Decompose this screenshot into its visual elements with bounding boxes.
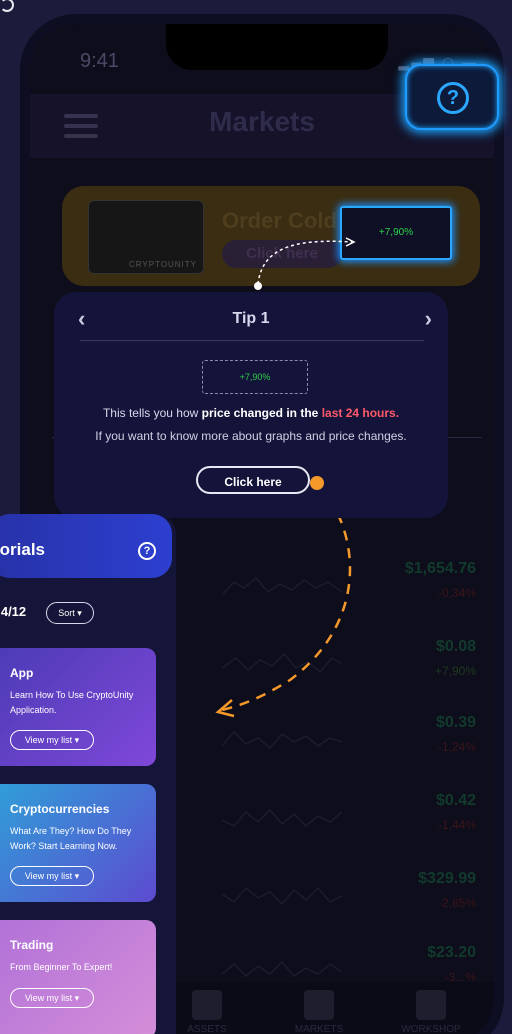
card-title: Trading: [10, 938, 54, 952]
sparkline-chart: [222, 886, 342, 906]
tip-title: Tip 1: [232, 310, 270, 327]
tutorial-card-cryptocurrencies[interactable]: Cryptocurrencies What Are They? How Do T…: [0, 784, 156, 902]
nav-workshop[interactable]: WORKSHOP: [386, 990, 476, 1034]
progress-count-value: 4/12: [0, 604, 27, 619]
tip-text-line-1: This tells you how price changed in the …: [54, 406, 448, 420]
status-time: 9:41: [80, 50, 119, 72]
coin-change: -1,24%: [437, 740, 476, 754]
market-row[interactable]: $0.08 +7,90% ›: [210, 632, 494, 702]
tutorials-header: torials ?: [0, 514, 172, 578]
card-title: Cryptocurrencies: [10, 802, 110, 816]
nav-workshop-label: WORKSHOP: [401, 1024, 461, 1034]
coin-change: -1,44%: [437, 818, 476, 832]
nav-markets-label: MARKETS: [294, 1024, 344, 1034]
highlighted-price-change: +7,90%: [340, 206, 452, 260]
view-my-list-button[interactable]: View my list ▾: [10, 988, 94, 1008]
card-brand: CRYPTOUNITY: [128, 260, 197, 269]
market-row[interactable]: $0.39 -1,24% ›: [210, 708, 494, 778]
question-icon[interactable]: ?: [138, 542, 156, 560]
view-my-list-button[interactable]: View my list ▾: [10, 730, 94, 750]
market-row[interactable]: $0.42 -1,44% ›: [210, 786, 494, 856]
coin-price: $0.08: [435, 638, 476, 655]
view-my-list-button[interactable]: View my list ▾: [10, 866, 94, 886]
coin-price: $23.20: [427, 944, 476, 961]
tip-popover: ‹ Tip 1 › +7,90% This tells you how pric…: [54, 292, 448, 518]
market-row[interactable]: $1,654.76 -0,34% ›: [210, 554, 494, 624]
nav-assets-label: ASSETS: [187, 1024, 227, 1034]
help-button[interactable]: ?: [405, 64, 499, 130]
tutorial-card-app[interactable]: App Learn How To Use CryptoUnity Applica…: [0, 648, 156, 766]
loading-icon: [0, 0, 14, 12]
pointer-dot: [254, 282, 262, 290]
question-icon: ?: [437, 82, 469, 114]
tutorials-title: torials: [0, 540, 46, 559]
tutorial-card-trading[interactable]: Trading From Beginner To Expert! View my…: [0, 920, 156, 1034]
coin-change: -0,34%: [437, 586, 476, 600]
card-description: Learn How To Use CryptoUnity Application…: [10, 690, 134, 715]
market-row[interactable]: $329.99 -2,85% ›: [210, 864, 494, 934]
nav-markets[interactable]: MARKETS: [274, 990, 364, 1034]
highlighted-change-value: +7,90%: [378, 227, 414, 238]
tip-text-line-2: If you want to know more about graphs an…: [95, 429, 407, 443]
sparkline-chart: [222, 652, 342, 674]
wallet-card-image: CRYPTOUNITY: [88, 200, 204, 274]
wallet-icon: [192, 990, 222, 1020]
progress-count: d 4/12: [0, 604, 26, 619]
tutorials-panel: torials ? d 4/12 Sort ▾ App Learn How To…: [0, 514, 176, 1034]
coin-price: $0.39: [435, 714, 476, 731]
chevron-right-icon[interactable]: ›: [425, 306, 432, 332]
card-description: What Are They? How Do They Work? Start L…: [10, 826, 132, 851]
coin-price: $329.99: [418, 870, 476, 887]
sparkline-chart: [222, 960, 342, 978]
sparkline-chart: [222, 730, 342, 750]
tip-text-a: This tells you how: [102, 406, 202, 420]
book-icon: [416, 990, 446, 1020]
sparkline-chart: [222, 808, 342, 828]
pointer-dot: [310, 476, 324, 490]
coin-change: -2,85%: [437, 896, 476, 910]
card-title: App: [10, 666, 34, 680]
notch: [166, 24, 388, 70]
example-change-box: +7,90%: [202, 360, 308, 394]
screen: 9:41 ▂▄▆ ◠ ▬ Markets CRYPTOUNITY Order C…: [0, 0, 512, 1034]
sort-button[interactable]: Sort ▾: [46, 602, 94, 624]
coin-price: $0.42: [435, 792, 476, 809]
sparkline-chart: [222, 576, 342, 596]
tip-text-c: last 24 hours.: [321, 406, 400, 420]
card-description: From Beginner To Expert!: [10, 962, 113, 972]
promo-button[interactable]: Click here: [222, 240, 342, 268]
tip-click-here-button[interactable]: Click here: [196, 466, 310, 494]
tip-text-b: price changed in the: [201, 406, 322, 420]
coin-change: +7,90%: [434, 664, 476, 678]
coin-price: $1,654.76: [404, 560, 476, 577]
divider: [80, 340, 424, 341]
bar-chart-icon: [304, 990, 334, 1020]
